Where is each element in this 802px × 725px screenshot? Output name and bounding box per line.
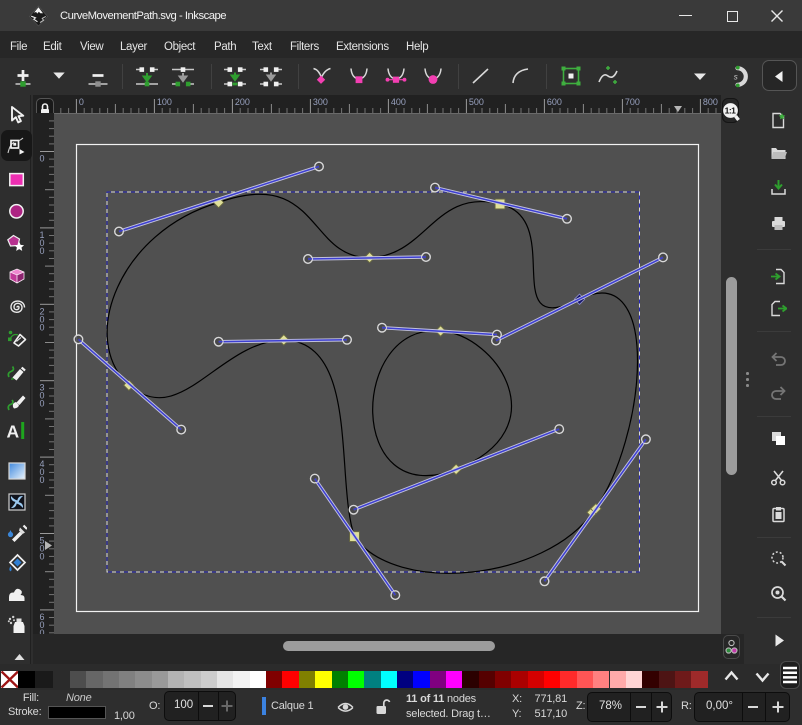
svg-text:800: 800 xyxy=(703,97,718,107)
svg-text:400: 400 xyxy=(391,97,406,107)
svg-text:0: 0 xyxy=(79,97,84,107)
svg-text:0: 0 xyxy=(40,399,45,409)
svg-text:700: 700 xyxy=(625,97,640,107)
svg-text:300: 300 xyxy=(313,97,328,107)
svg-text:0: 0 xyxy=(40,322,45,332)
svg-text:600: 600 xyxy=(547,97,562,107)
svg-text:500: 500 xyxy=(469,97,484,107)
svg-text:0: 0 xyxy=(40,552,45,562)
svg-text:200: 200 xyxy=(235,97,250,107)
svg-text:100: 100 xyxy=(157,97,172,107)
svg-text:0: 0 xyxy=(40,475,45,485)
svg-text:0: 0 xyxy=(40,154,45,164)
svg-text:0: 0 xyxy=(40,246,45,256)
svg-text:1:1: 1:1 xyxy=(725,106,737,116)
svg-text:s: s xyxy=(734,73,738,82)
svg-text:A: A xyxy=(7,422,20,442)
